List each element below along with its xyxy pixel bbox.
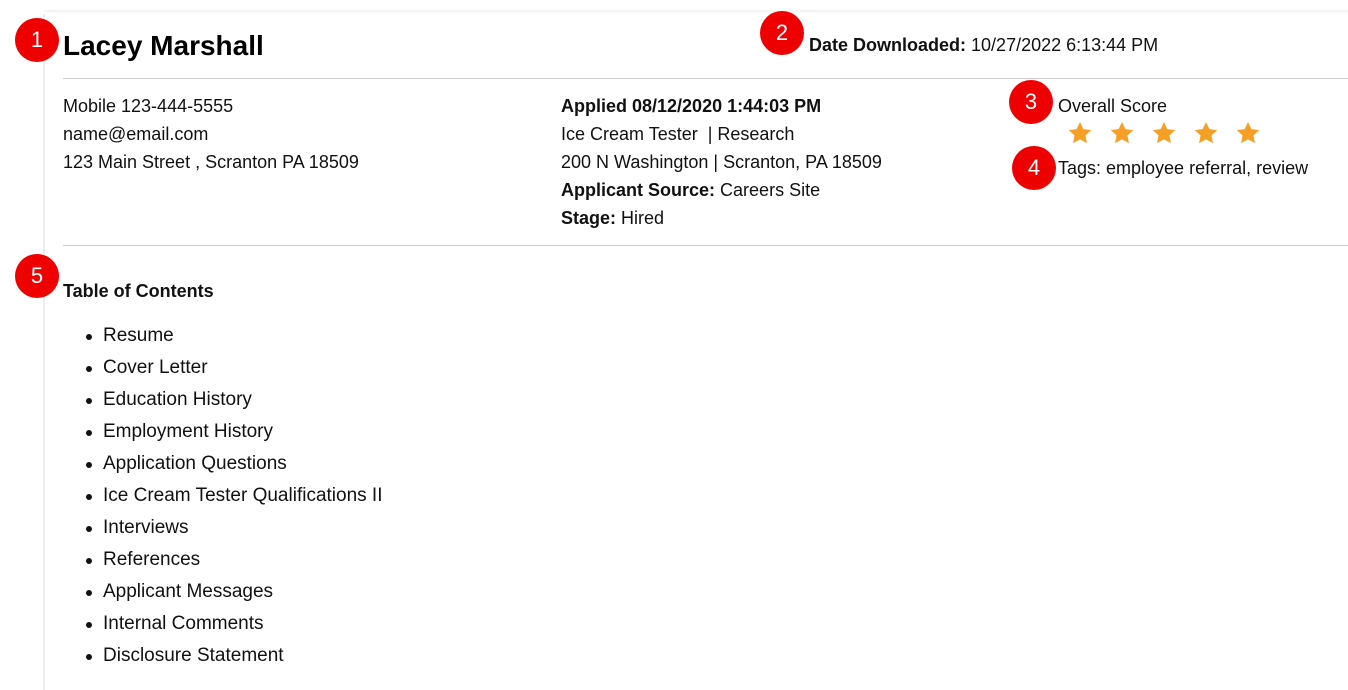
- applicant-source-value: Careers Site: [720, 180, 821, 200]
- contact-info: Mobile 123-444-5555 name@email.com 123 M…: [63, 92, 359, 176]
- applied-date: Applied 08/12/2020 1:44:03 PM: [561, 96, 822, 116]
- date-downloaded-value: 10/27/2022 6:13:44 PM: [971, 35, 1159, 55]
- toc-item[interactable]: Application Questions: [85, 448, 382, 480]
- star-icon: [1193, 120, 1219, 146]
- toc-title: Table of Contents: [63, 281, 214, 301]
- toc-item[interactable]: References: [85, 544, 382, 576]
- star-icon: [1067, 120, 1093, 146]
- toc-list: Resume Cover Letter Education History Emplo…: [85, 320, 382, 672]
- star-icon: [1151, 120, 1177, 146]
- applicant-source: Applicant Source: Careers Site: [561, 176, 882, 204]
- top-shadow: [44, 10, 1348, 14]
- applicant-source-label: Applicant Source:: [561, 180, 716, 200]
- toc-item[interactable]: Applicant Messages: [85, 576, 382, 608]
- section-divider: [63, 245, 1348, 246]
- applicant-profile-page: 1 2 3 4 5 Lacey Marshall Date Downloaded…: [0, 0, 1348, 690]
- callout-marker-3: 3: [1009, 80, 1053, 124]
- applicant-stage-value: Hired: [621, 208, 665, 228]
- date-downloaded: Date Downloaded: 10/27/2022 6:13:44 PM: [809, 35, 1158, 56]
- toc-item[interactable]: Resume: [85, 320, 382, 352]
- candidate-name: Lacey Marshall: [63, 30, 264, 61]
- toc-item[interactable]: Employment History: [85, 416, 382, 448]
- overall-score-label: Overall Score: [1058, 96, 1168, 116]
- date-downloaded-label: Date Downloaded:: [809, 35, 967, 55]
- toc-item[interactable]: Education History: [85, 384, 382, 416]
- contact-phone: Mobile 123-444-5555: [63, 96, 234, 116]
- toc-item[interactable]: Internal Comments: [85, 608, 382, 640]
- applicant-stage-label: Stage:: [561, 208, 617, 228]
- application-info: Applied 08/12/2020 1:44:03 PM Ice Cream …: [561, 92, 882, 232]
- header-divider: [63, 78, 1348, 79]
- left-border: [43, 14, 45, 690]
- toc-item[interactable]: Disclosure Statement: [85, 640, 382, 672]
- contact-email: name@email.com: [63, 124, 209, 144]
- contact-address: 123 Main Street , Scranton PA 18509: [63, 152, 359, 172]
- overall-score-rating: [1067, 120, 1261, 146]
- callout-marker-2: 2: [760, 11, 804, 55]
- toc-item[interactable]: Ice Cream Tester Qualifications II: [85, 480, 382, 512]
- applicant-stage: Stage: Hired: [561, 204, 882, 232]
- applied-position: Ice Cream Tester | Research: [561, 124, 795, 144]
- toc-item[interactable]: Cover Letter: [85, 352, 382, 384]
- tags-text: Tags: employee referral, review: [1058, 158, 1309, 178]
- callout-marker-1: 1: [15, 18, 59, 62]
- star-icon: [1235, 120, 1261, 146]
- applied-location: 200 N Washington | Scranton, PA 18509: [561, 152, 882, 172]
- callout-marker-4: 4: [1012, 146, 1056, 190]
- callout-marker-5: 5: [15, 254, 59, 298]
- star-icon: [1109, 120, 1135, 146]
- toc-item[interactable]: Interviews: [85, 512, 382, 544]
